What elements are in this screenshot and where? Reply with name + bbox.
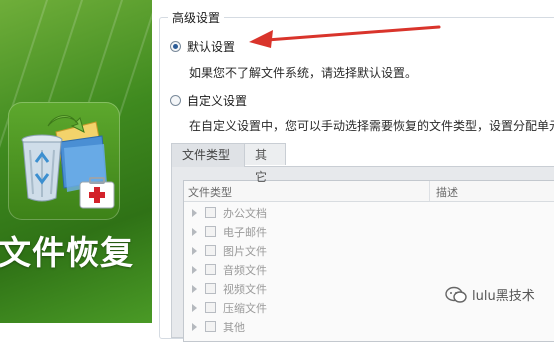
default-setting-radio[interactable]: 默认设置 — [170, 38, 235, 55]
list-item[interactable]: 其他 — [184, 317, 245, 336]
expand-arrow-icon[interactable] — [192, 303, 197, 312]
group-title: 高级设置 — [168, 9, 225, 26]
list-item-label: 电子邮件 — [223, 225, 267, 239]
column-header-desc[interactable]: 描述 — [436, 184, 458, 200]
list-item[interactable]: 电子邮件 — [184, 222, 267, 241]
tab-other[interactable]: 其它 — [244, 143, 286, 184]
list-header: 文件类型 描述 — [184, 181, 554, 202]
expand-arrow-icon[interactable] — [192, 284, 197, 293]
checkbox[interactable] — [205, 226, 216, 237]
expand-arrow-icon[interactable] — [192, 227, 197, 236]
checkbox[interactable] — [205, 302, 216, 313]
custom-setting-label: 自定义设置 — [187, 94, 248, 108]
expand-arrow-icon[interactable] — [192, 265, 197, 274]
column-header-type[interactable]: 文件类型 — [188, 184, 232, 200]
list-item-label: 其他 — [223, 320, 245, 334]
arrow-annotation-icon — [249, 25, 441, 48]
default-setting-label: 默认设置 — [187, 40, 236, 54]
list-item[interactable]: 音频文件 — [184, 260, 267, 279]
checkbox[interactable] — [205, 264, 216, 275]
custom-setting-description: 在自定义设置中，您可以手动选择需要恢复的文件类型，设置分配单元 — [189, 119, 554, 133]
first-aid-kit-icon — [79, 177, 115, 209]
expand-arrow-icon[interactable] — [192, 246, 197, 255]
file-type-list: 文件类型 描述 办公文档 电子邮件 图片文件 音频文件 视频文件 压缩文件 其他 — [183, 180, 554, 342]
app-banner: 文件恢复 — [0, 0, 152, 323]
column-separator — [429, 181, 430, 201]
watermark-text: lulu黑技术 — [472, 289, 535, 304]
checkbox[interactable] — [205, 207, 216, 218]
checkbox[interactable] — [205, 283, 216, 294]
app-title: 文件恢复 — [0, 233, 134, 272]
expand-arrow-icon[interactable] — [192, 208, 197, 217]
list-item[interactable]: 压缩文件 — [184, 298, 267, 317]
watermark: lulu黑技术 — [445, 285, 535, 304]
expand-arrow-icon[interactable] — [192, 322, 197, 331]
checkbox[interactable] — [205, 245, 216, 256]
list-item-label: 压缩文件 — [223, 301, 267, 315]
list-item[interactable]: 视频文件 — [184, 279, 267, 298]
custom-setting-radio[interactable]: 自定义设置 — [170, 92, 247, 109]
list-item-label: 办公文档 — [223, 206, 267, 220]
list-item[interactable]: 办公文档 — [184, 203, 267, 222]
wechat-icon — [445, 286, 467, 303]
list-item-label: 图片文件 — [223, 244, 267, 258]
app-logo — [8, 102, 120, 220]
radio-button-checked[interactable] — [170, 41, 181, 52]
list-item-label: 音频文件 — [223, 263, 267, 277]
settings-panel: 高级设置 默认设置 如果您不了解文件系统，请选择默认设置。 自定义设置 在自定义… — [152, 0, 554, 342]
list-item[interactable]: 图片文件 — [184, 241, 267, 260]
recycle-bin-icon — [21, 134, 63, 202]
tab-file-type[interactable]: 文件类型 — [171, 143, 245, 167]
tab-panel: 文件类型 描述 办公文档 电子邮件 图片文件 音频文件 视频文件 压缩文件 其他 — [171, 166, 554, 342]
radio-button[interactable] — [170, 95, 181, 106]
list-item-label: 视频文件 — [223, 282, 267, 296]
default-setting-description: 如果您不了解文件系统，请选择默认设置。 — [189, 66, 418, 80]
